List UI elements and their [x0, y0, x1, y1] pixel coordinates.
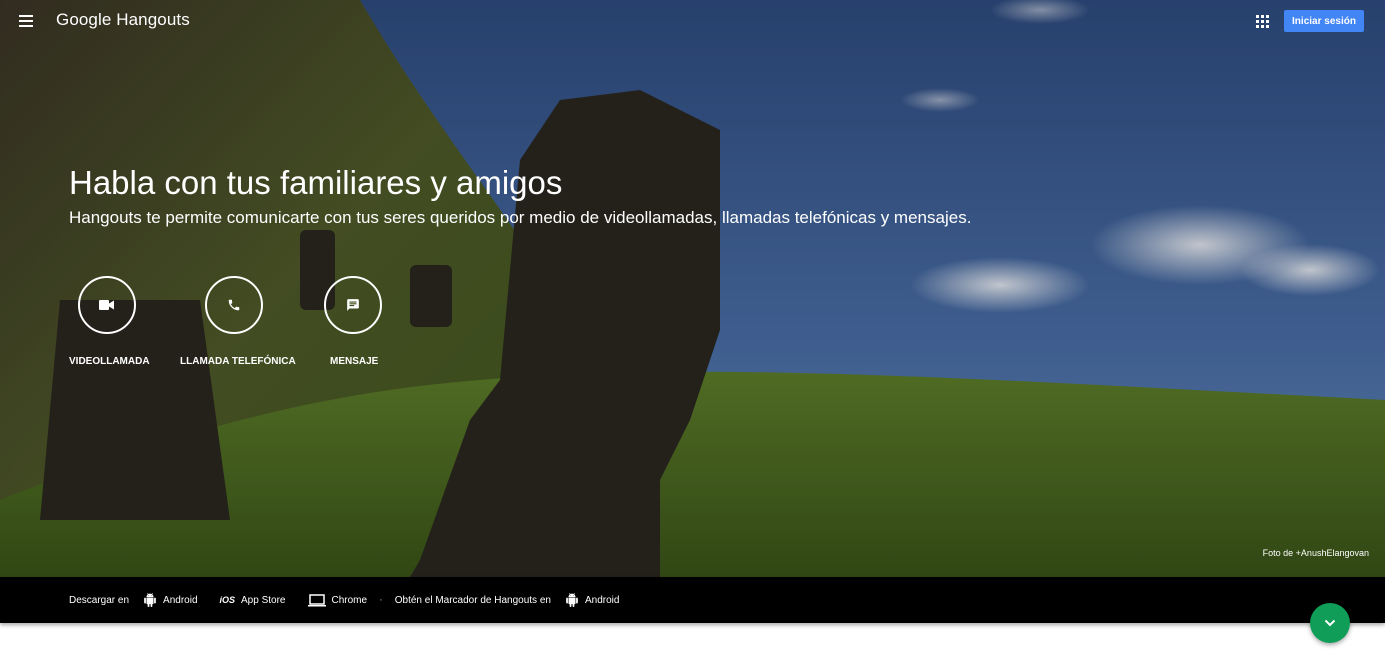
video-call-label: VIDEOLLAMADA — [69, 356, 150, 367]
chrome-download-label: Chrome — [331, 594, 368, 606]
message-icon — [324, 276, 382, 334]
ios-icon: iOS — [219, 595, 236, 605]
phone-call-label: LLAMADA TELEFÓNICA — [180, 356, 296, 367]
photo-credit[interactable]: Foto de +AnushElangovan — [1263, 548, 1369, 558]
app-store-download-link[interactable]: iOS App Store — [220, 595, 286, 606]
hero-title: Habla con tus familiares y amigos — [69, 164, 563, 201]
chrome-download-link[interactable]: Chrome — [307, 593, 368, 607]
hamburger-menu-icon[interactable] — [12, 8, 40, 34]
dialer-android-link[interactable]: Android — [565, 592, 619, 608]
apps-grid-icon[interactable] — [1253, 12, 1271, 30]
message-action[interactable]: MENSAJE — [294, 276, 414, 376]
chevron-down-icon — [1324, 619, 1336, 627]
app-logo[interactable]: Google Hangouts — [56, 10, 190, 30]
app-store-download-label: App Store — [241, 594, 286, 606]
dialer-label: Obtén el Marcador de Hangouts en — [394, 594, 551, 606]
android-download-link[interactable]: Android — [143, 592, 198, 608]
top-bar: Google Hangouts Iniciar sesión — [0, 0, 1385, 42]
hero-section: Google Hangouts Iniciar sesión Habla con… — [0, 0, 1385, 577]
android-icon — [144, 593, 156, 607]
scroll-down-button[interactable] — [1310, 603, 1350, 643]
videocam-icon — [78, 276, 136, 334]
message-label: MENSAJE — [330, 356, 379, 367]
hero-subtitle: Hangouts te permite comunicarte con tus … — [69, 208, 972, 227]
signin-button[interactable]: Iniciar sesión — [1284, 10, 1364, 32]
android-icon — [566, 593, 578, 607]
footer-separator: · — [379, 594, 383, 606]
laptop-icon — [307, 593, 326, 606]
download-label: Descargar en — [69, 594, 130, 606]
phone-call-action[interactable]: LLAMADA TELEFÓNICA — [175, 276, 296, 376]
download-footer: Descargar en Android iOS App Store Chrom… — [0, 577, 1385, 623]
android-download-label: Android — [163, 594, 198, 606]
dialer-android-label: Android — [584, 594, 620, 606]
video-call-action[interactable]: VIDEOLLAMADA — [48, 276, 168, 376]
phone-icon — [205, 276, 263, 334]
